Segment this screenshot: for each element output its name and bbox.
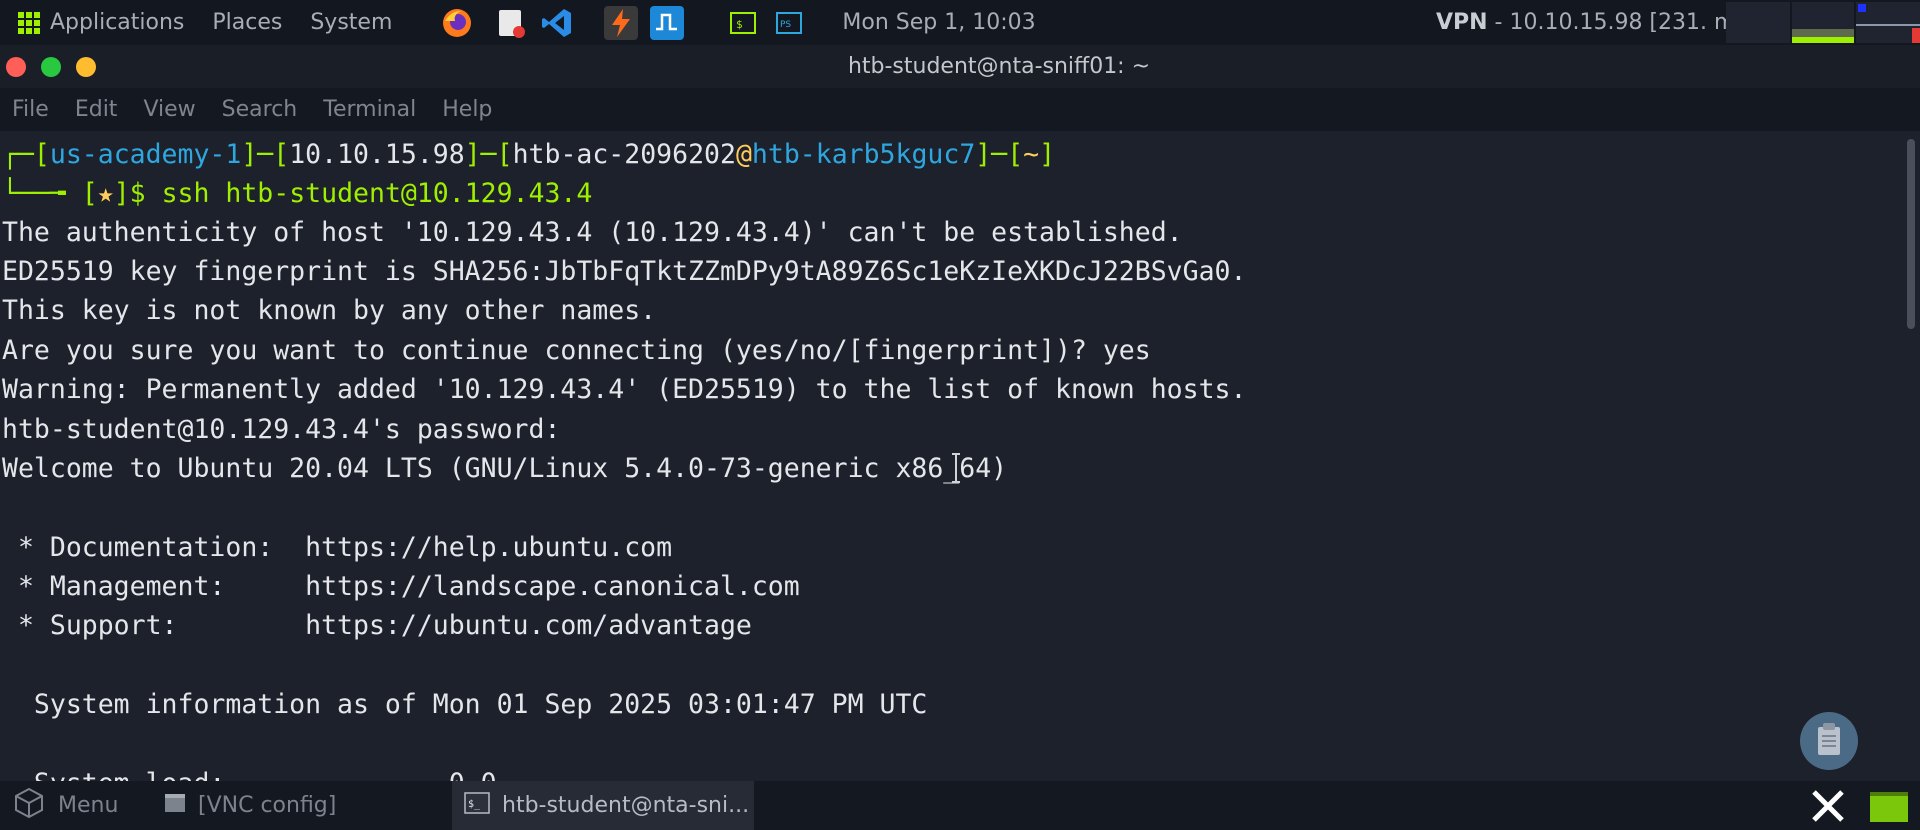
svg-text:$: $	[736, 18, 743, 31]
clipboard-button[interactable]	[1800, 712, 1858, 770]
wireshark-icon[interactable]	[650, 5, 685, 40]
menu-places[interactable]: Places	[212, 10, 282, 35]
output-line: This key is not known by any other names…	[2, 295, 657, 326]
memory-monitor[interactable]	[1792, 2, 1854, 43]
output-line: Are you sure you want to continue connec…	[2, 335, 1151, 366]
prompt-star: ★	[97, 178, 114, 209]
clock[interactable]: Mon Sep 1, 10:03	[842, 10, 1035, 35]
output-line: System information as of Mon 01 Sep 2025…	[2, 689, 928, 720]
vpn-status[interactable]: VPN - 10.10.15.98 [231. ms]	[1436, 0, 1755, 45]
top-panel: Applications Places System $ PS Mon Sep …	[0, 0, 1920, 45]
terminal-output[interactable]: ┌─[us-academy-1]─[10.10.15.98]─[htb-ac-2…	[0, 131, 1900, 781]
output-line: Warning: Permanently added '10.129.43.4'…	[2, 374, 1247, 405]
vpn-label: VPN	[1436, 10, 1488, 35]
output-line: * Management: https://landscape.canonica…	[2, 571, 800, 602]
output-line: Welcome to Ubuntu 20.04 LTS (GNU/Linux 5…	[2, 453, 1008, 484]
cube-icon	[12, 786, 46, 826]
powershell-icon[interactable]: PS	[772, 6, 806, 40]
terminal-small-icon: $_	[464, 791, 490, 820]
applications-grid-icon[interactable]	[18, 11, 40, 34]
terminal-scrollbar[interactable]	[1900, 131, 1920, 781]
top-menu: Applications Places System	[0, 0, 420, 45]
terminal-icon[interactable]: $	[726, 6, 760, 40]
prompt-host: htb-karb5kguc7	[751, 139, 976, 170]
terminal-menubar: File Edit View Search Terminal Help	[0, 88, 1920, 131]
prompt-ip: 10.10.15.98	[289, 139, 465, 170]
output-line: The authenticity of host '10.129.43.4 (1…	[2, 217, 1183, 248]
task-vnc-config[interactable]: [VNC config]	[164, 781, 336, 830]
firefox-icon[interactable]	[440, 6, 474, 40]
menu-applications[interactable]: Applications	[50, 10, 184, 35]
menu-search[interactable]: Search	[222, 97, 298, 122]
task-label: [VNC config]	[198, 793, 337, 818]
text-cursor-icon	[951, 453, 961, 483]
prompt-region: us-academy-1	[49, 139, 242, 170]
vscode-icon[interactable]	[540, 6, 574, 40]
output-line: System load: 0.0	[2, 764, 497, 781]
vpn-value: - 10.10.15.98 [231. ms]	[1487, 10, 1756, 35]
burp-icon[interactable]	[604, 5, 639, 40]
text-editor-icon[interactable]	[494, 6, 528, 40]
prompt-line-2: └──╼ [★]$ ssh htb-student@10.129.43.4	[2, 178, 593, 209]
output-line: * Support: https://ubuntu.com/advantage	[2, 610, 752, 641]
menu-system[interactable]: System	[310, 10, 392, 35]
output-line: * Documentation: https://help.ubuntu.com	[2, 532, 673, 563]
prompt-command: ssh htb-student@10.129.43.4	[161, 178, 593, 209]
scrollbar-thumb[interactable]	[1907, 139, 1915, 329]
start-menu-button[interactable]: Menu	[12, 781, 118, 830]
menu-view[interactable]: View	[143, 97, 195, 122]
close-icon[interactable]	[1810, 788, 1846, 824]
bottom-taskbar: Menu [VNC config] $_ htb-student@nta-sni…	[0, 781, 1920, 830]
output-line: ED25519 key fingerprint is SHA256:JbTbFq…	[2, 256, 1247, 287]
prompt-line-1: ┌─[us-academy-1]─[10.10.15.98]─[htb-ac-2…	[2, 139, 1056, 170]
output-line: htb-student@10.129.43.4's password:	[2, 414, 561, 445]
task-terminal[interactable]: $_ htb-student@nta-sni...	[452, 781, 754, 830]
menu-edit[interactable]: Edit	[75, 97, 118, 122]
window-title: htb-student@nta-sniff01: ~	[847, 54, 1151, 79]
menu-help[interactable]: Help	[442, 97, 492, 122]
window-icon	[164, 793, 186, 819]
show-desktop-icon[interactable]	[1868, 788, 1910, 824]
cpu-monitor[interactable]	[1726, 2, 1790, 43]
svg-text:PS: PS	[780, 20, 791, 30]
menu-file[interactable]: File	[12, 97, 49, 122]
window-titlebar[interactable]: htb-student@nta-sniff01: ~	[0, 45, 1920, 88]
svg-text:$_: $_	[468, 799, 481, 810]
prompt-dir: ~	[1023, 139, 1040, 170]
menu-label: Menu	[58, 793, 119, 818]
task-label: htb-student@nta-sni...	[502, 793, 750, 818]
menu-terminal[interactable]: Terminal	[323, 97, 416, 122]
network-monitor[interactable]	[1856, 2, 1920, 43]
prompt-user: htb-ac-2096202	[512, 139, 736, 170]
